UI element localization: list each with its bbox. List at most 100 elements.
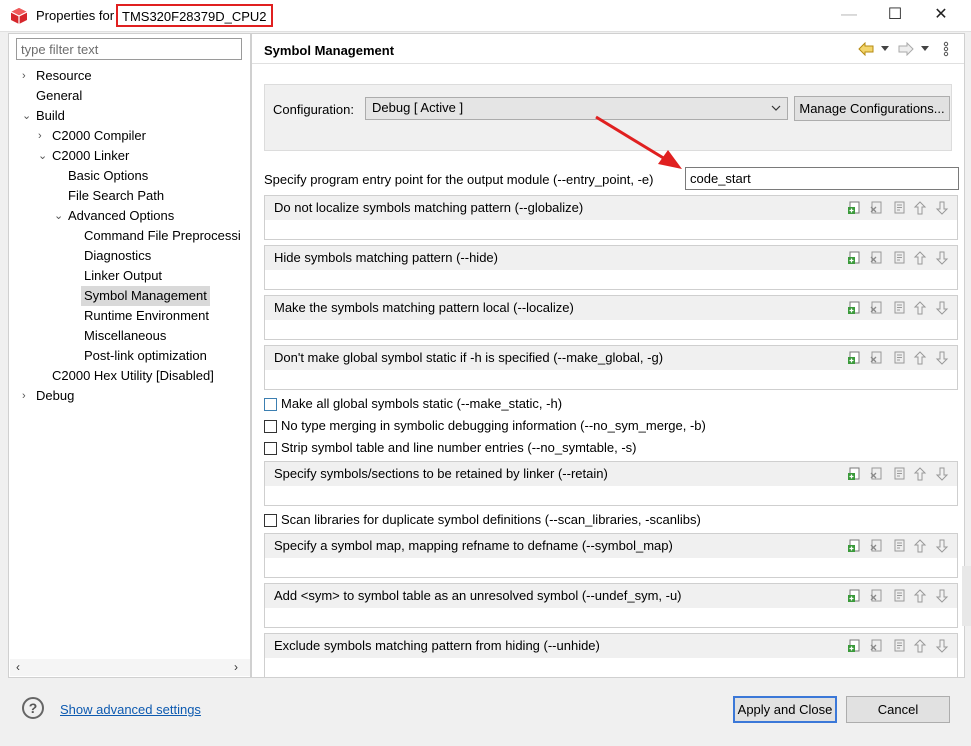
delete-icon[interactable] (869, 251, 883, 265)
move-down-icon[interactable] (935, 201, 949, 215)
edit-icon[interactable] (892, 639, 906, 653)
delete-icon[interactable] (869, 589, 883, 603)
back-dropdown-icon[interactable] (881, 46, 889, 52)
collapse-arrow-icon[interactable]: ⌄ (54, 206, 63, 226)
tree-item-general[interactable]: General (36, 86, 82, 106)
tree-item-build[interactable]: Build (36, 106, 65, 126)
checkbox-label: No type merging in symbolic debugging in… (281, 418, 706, 433)
tree-item-miscellaneous[interactable]: Miscellaneous (84, 326, 166, 346)
move-down-icon[interactable] (935, 251, 949, 265)
group-label: Specify a symbol map, mapping refname to… (274, 538, 673, 553)
scan-libraries-checkbox[interactable] (264, 514, 277, 527)
move-down-icon[interactable] (935, 639, 949, 653)
tree-item-symbol-management[interactable]: Symbol Management (81, 286, 210, 306)
hide-group: Hide symbols matching pattern (--hide) (264, 245, 958, 290)
add-icon[interactable] (847, 351, 861, 365)
move-up-icon[interactable] (913, 251, 927, 265)
tree-item-post-link-optimization[interactable]: Post-link optimization (84, 346, 207, 366)
scroll-right-icon[interactable]: › (234, 659, 238, 676)
make-static-checkbox[interactable] (264, 398, 277, 411)
entry-point-input[interactable] (685, 167, 959, 190)
move-down-icon[interactable] (935, 467, 949, 481)
tree-item-advanced-options[interactable]: Advanced Options (68, 206, 174, 226)
move-up-icon[interactable] (913, 589, 927, 603)
maximize-button[interactable]: ☐ (872, 0, 918, 32)
show-advanced-settings-link[interactable]: Show advanced settings (60, 702, 201, 717)
move-up-icon[interactable] (913, 639, 927, 653)
add-icon[interactable] (847, 251, 861, 265)
edit-icon[interactable] (892, 467, 906, 481)
filter-input[interactable] (16, 38, 242, 60)
add-icon[interactable] (847, 201, 861, 215)
edit-icon[interactable] (892, 589, 906, 603)
add-icon[interactable] (847, 467, 861, 481)
delete-icon[interactable] (869, 301, 883, 315)
delete-icon[interactable] (869, 351, 883, 365)
tree-item-c2000-compiler[interactable]: C2000 Compiler (52, 126, 146, 146)
delete-icon[interactable] (869, 467, 883, 481)
page-title: Symbol Management (264, 43, 395, 58)
move-up-icon[interactable] (913, 467, 927, 481)
configuration-label: Configuration: (273, 102, 354, 117)
view-menu-icon[interactable] (943, 41, 949, 57)
collapse-arrow-icon[interactable]: ⌄ (38, 146, 47, 166)
add-icon[interactable] (847, 589, 861, 603)
tree-item-c2000-hex-utility[interactable]: C2000 Hex Utility [Disabled] (52, 366, 214, 386)
move-down-icon[interactable] (935, 351, 949, 365)
window-title-project: TMS320F28379D_CPU2 (116, 4, 273, 27)
tree-item-command-file-preprocessing[interactable]: Command File Preprocessi (84, 226, 241, 246)
forward-arrow-icon[interactable] (898, 42, 914, 56)
horizontal-scrollbar[interactable]: ‹ › (10, 659, 250, 676)
expand-arrow-icon[interactable]: › (22, 386, 26, 406)
edit-icon[interactable] (892, 301, 906, 315)
cancel-button[interactable]: Cancel (846, 696, 950, 723)
group-label: Do not localize symbols matching pattern… (274, 200, 584, 215)
move-up-icon[interactable] (913, 539, 927, 553)
delete-icon[interactable] (869, 639, 883, 653)
expand-arrow-icon[interactable]: › (22, 66, 26, 86)
group-label: Make the symbols matching pattern local … (274, 300, 574, 315)
tree-item-file-search-path[interactable]: File Search Path (68, 186, 164, 206)
edit-icon[interactable] (892, 201, 906, 215)
tree-item-resource[interactable]: Resource (36, 66, 92, 86)
add-icon[interactable] (847, 639, 861, 653)
tree-item-diagnostics[interactable]: Diagnostics (84, 246, 151, 266)
tree-item-c2000-linker[interactable]: C2000 Linker (52, 146, 129, 166)
apply-and-close-button[interactable]: Apply and Close (733, 696, 837, 723)
move-up-icon[interactable] (913, 301, 927, 315)
edit-icon[interactable] (892, 539, 906, 553)
page-header: Symbol Management (252, 34, 964, 64)
minimize-button[interactable]: — (826, 0, 872, 32)
close-button[interactable]: ✕ (918, 0, 964, 32)
add-icon[interactable] (847, 301, 861, 315)
collapse-arrow-icon[interactable]: ⌄ (22, 106, 31, 126)
manage-configurations-button[interactable]: Manage Configurations... (794, 96, 950, 121)
globalize-group: Do not localize symbols matching pattern… (264, 195, 958, 240)
add-icon[interactable] (847, 539, 861, 553)
no-sym-merge-checkbox[interactable] (264, 420, 277, 433)
tree-item-debug[interactable]: Debug (36, 386, 74, 406)
back-arrow-icon[interactable] (858, 42, 874, 56)
forward-dropdown-icon[interactable] (921, 46, 929, 52)
scroll-left-icon[interactable]: ‹ (16, 659, 20, 676)
tree-item-linker-output[interactable]: Linker Output (84, 266, 162, 286)
delete-icon[interactable] (869, 539, 883, 553)
tree-item-runtime-environment[interactable]: Runtime Environment (84, 306, 209, 326)
edit-icon[interactable] (892, 251, 906, 265)
move-down-icon[interactable] (935, 539, 949, 553)
make-global-group: Don't make global symbol static if -h is… (264, 345, 958, 390)
no-symtable-checkbox[interactable] (264, 442, 277, 455)
chevron-down-icon (771, 105, 781, 111)
delete-icon[interactable] (869, 201, 883, 215)
move-down-icon[interactable] (935, 589, 949, 603)
configuration-select[interactable]: Debug [ Active ] (365, 97, 788, 120)
edit-icon[interactable] (892, 351, 906, 365)
move-down-icon[interactable] (935, 301, 949, 315)
tree-item-basic-options[interactable]: Basic Options (68, 166, 148, 186)
checkbox-label: Make all global symbols static (--make_s… (281, 396, 563, 411)
expand-arrow-icon[interactable]: › (38, 126, 42, 146)
move-up-icon[interactable] (913, 201, 927, 215)
help-icon[interactable]: ? (22, 697, 44, 719)
move-up-icon[interactable] (913, 351, 927, 365)
property-tree-panel: › Resource General ⌄ Build › C2000 Compi… (8, 33, 251, 678)
